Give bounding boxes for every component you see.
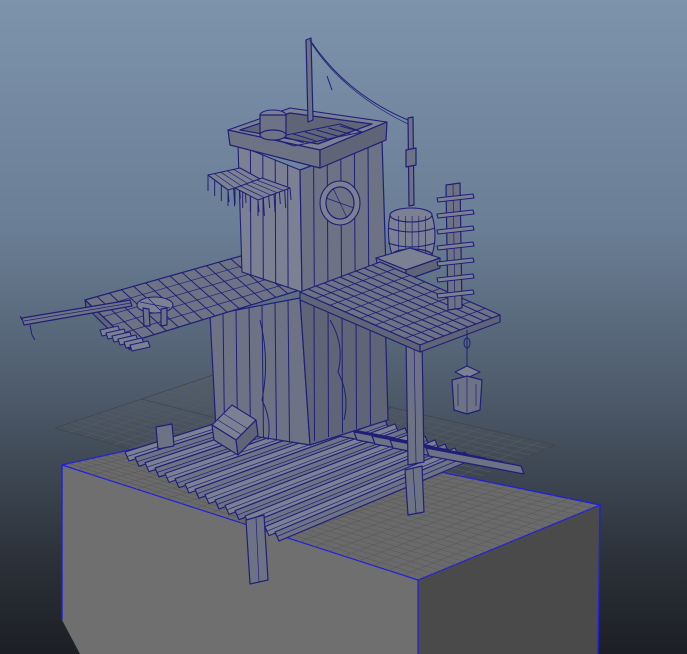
scene-canvas[interactable] — [0, 0, 687, 654]
support-post-back — [155, 423, 175, 450]
flag-pole-shaft — [305, 37, 314, 123]
tower-upper-left-wall — [237, 144, 303, 293]
lantern-pole[interactable] — [405, 116, 417, 207]
hanging-lantern[interactable] — [451, 330, 483, 415]
flag-rope — [309, 39, 409, 121]
maya-perspective-viewport[interactable] — [0, 0, 687, 654]
support-post-front — [245, 514, 269, 585]
porthole-window[interactable] — [319, 180, 361, 226]
flag-pole[interactable] — [305, 37, 409, 125]
